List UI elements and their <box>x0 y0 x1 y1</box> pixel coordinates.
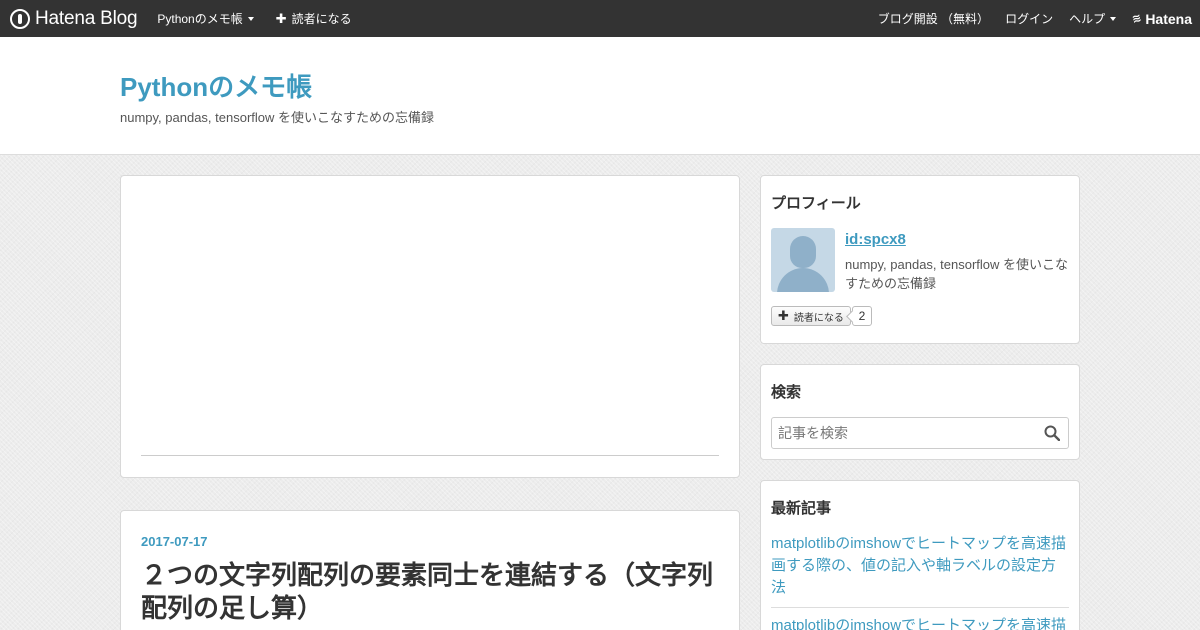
recent-entry-link[interactable]: matplotlibのimshowでヒートマップを高速描画する際の、値の記入や軸… <box>771 533 1069 599</box>
search-heading: 検索 <box>771 384 802 401</box>
search-box <box>771 417 1069 449</box>
blog-menu-label: Pythonのメモ帳 <box>157 12 243 26</box>
entry-date[interactable]: 2017-07-17 <box>141 534 208 549</box>
blog-menu-dropdown[interactable]: Pythonのメモ帳 <box>157 10 254 27</box>
brand-text: Hatena Blog <box>35 7 138 29</box>
hatena-wave-icon: ≋ <box>1130 11 1143 26</box>
hatena-logo[interactable]: ≋ Hatena <box>1130 10 1192 27</box>
help-dropdown[interactable]: ヘルプ <box>1069 10 1117 27</box>
profile-heading: プロフィール <box>771 195 861 212</box>
subscriber-count: 2 <box>852 306 872 326</box>
profile-module: プロフィール id:spcx8 numpy, pandas, tensorflo… <box>760 175 1080 344</box>
subscribe-nav-label: 読者になる <box>291 12 352 26</box>
profile-description: numpy, pandas, tensorflow を使いこなすための忘備録 <box>845 257 1069 291</box>
ad-area <box>120 175 740 478</box>
search-icon[interactable] <box>1044 425 1060 441</box>
entry-card: 2017-07-17 ２つの文字列配列の要素同士を連結する（文字列配列の足し算） <box>120 510 740 630</box>
avatar-head <box>790 236 816 268</box>
blog-header: Pythonのメモ帳 numpy, pandas, tensorflow を使い… <box>0 37 1200 155</box>
recent-entries-module: 最新記事 matplotlibのimshowでヒートマップを高速描画する際の、値… <box>760 480 1080 630</box>
global-nav-bar: Hatena Blog Pythonのメモ帳 ✚ 読者になる ブログ開設 （無料… <box>0 0 1200 37</box>
recent-entry-link[interactable]: matplotlibのimshowでヒートマップを高速描 <box>771 615 1069 630</box>
search-module: 検索 <box>760 364 1080 460</box>
plus-icon: ✚ <box>778 308 789 323</box>
hatena-blog-logo[interactable]: Hatena Blog <box>10 0 138 37</box>
subscribe-button-label: 読者になる <box>793 312 844 324</box>
profile-id-link[interactable]: id:spcx8 <box>845 231 906 248</box>
caret-down-icon <box>247 17 254 21</box>
hatena-blog-logo-icon <box>10 8 30 29</box>
blog-title[interactable]: Pythonのメモ帳 <box>120 67 312 104</box>
blog-description: numpy, pandas, tensorflow を使いこなすための忘備録 <box>120 110 435 125</box>
entry-title[interactable]: ２つの文字列配列の要素同士を連結する（文字列配列の足し算） <box>141 559 726 625</box>
subscribe-button[interactable]: ✚ 読者になる <box>771 306 851 326</box>
divider <box>141 455 719 456</box>
help-label: ヘルプ <box>1069 12 1106 26</box>
avatar[interactable] <box>771 228 835 292</box>
search-input[interactable] <box>772 418 1036 448</box>
caret-down-icon <box>1110 17 1117 21</box>
recent-heading: 最新記事 <box>771 500 832 517</box>
hatena-logo-text: Hatena <box>1145 10 1192 27</box>
subscribe-nav-button[interactable]: ✚ 読者になる <box>276 10 352 27</box>
avatar-shoulders <box>777 268 829 292</box>
open-blog-link[interactable]: ブログ開設 （無料） <box>878 10 989 27</box>
divider <box>771 607 1069 608</box>
login-link[interactable]: ログイン <box>1005 10 1053 27</box>
plus-icon: ✚ <box>275 10 287 26</box>
